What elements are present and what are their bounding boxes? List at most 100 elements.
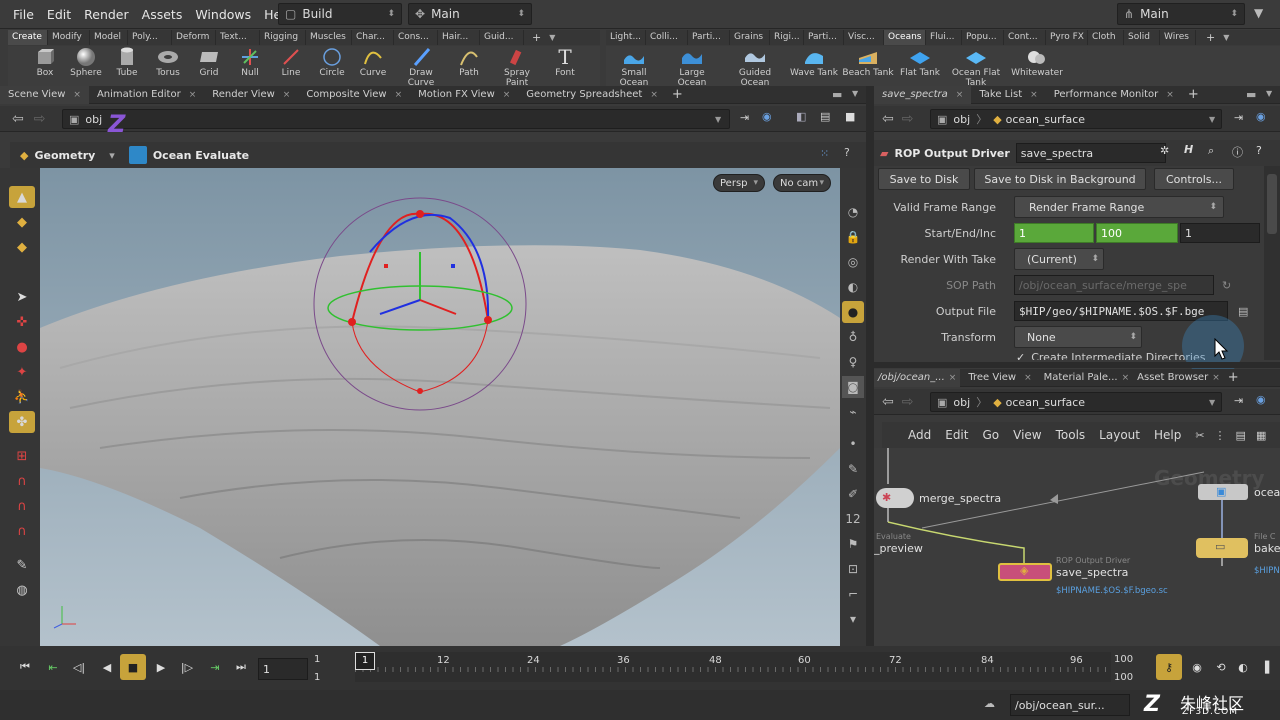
brush-icon[interactable]: ✐	[842, 483, 864, 505]
shelf-tab[interactable]: Hair...	[438, 30, 480, 45]
tab-take-list[interactable]: Take List ×	[971, 86, 1045, 104]
add-shelf-icon[interactable]: +	[532, 31, 541, 44]
rotate-tool-icon[interactable]: ●	[9, 336, 35, 358]
shelf-tab[interactable]: Wires	[1160, 30, 1196, 45]
corner-icon[interactable]: ⌐	[842, 583, 864, 605]
magnet-grid-icon[interactable]: ⊞	[9, 445, 35, 467]
end-frame-label-2[interactable]: 100	[1114, 672, 1133, 683]
shelf-tab[interactable]: Colli...	[646, 30, 688, 45]
workspace-select[interactable]: ⋔ Main ⬍	[1117, 3, 1245, 25]
prev-key-icon[interactable]: ⇤	[40, 654, 66, 680]
menu-edit[interactable]: Edit	[945, 428, 968, 442]
move-tool-icon[interactable]: ✜	[9, 311, 35, 333]
shelf-tab[interactable]: Cons...	[394, 30, 438, 45]
shelf-tab[interactable]: Muscles	[306, 30, 352, 45]
lock-icon[interactable]: 🔒	[842, 226, 864, 248]
node-label[interactable]: Ocean Evaluate	[153, 149, 249, 162]
forward-icon[interactable]: ⇨	[34, 111, 46, 127]
key-icon[interactable]: ⚷	[1156, 654, 1182, 680]
display-options-icon[interactable]: ◔	[842, 201, 864, 223]
file-browse-icon[interactable]: ▤	[1238, 305, 1248, 318]
grid-view-icon[interactable]: ▦	[1256, 429, 1266, 442]
maximize-icon[interactable]: ▬	[1246, 88, 1256, 101]
network-canvas[interactable]: Geometry ✱ merge_spectra Evaluate _previ…	[874, 448, 1280, 646]
spray-paint-tool[interactable]: Spray Paint	[492, 46, 542, 88]
forward-icon[interactable]: ⇨	[902, 394, 914, 410]
whitewater-tool[interactable]: Whitewater	[1010, 46, 1064, 78]
pane-menu-icon[interactable]: ▼	[852, 89, 858, 98]
tab-tree-view[interactable]: Tree View ×	[960, 369, 1039, 387]
font-tool[interactable]: T Font	[540, 45, 590, 78]
pane-menu-icon[interactable]: ▼	[1266, 89, 1272, 98]
next-key-icon[interactable]: ⇥	[202, 654, 228, 680]
tab-network[interactable]: /obj/ocean_... ×	[874, 368, 961, 387]
add-tab-icon[interactable]: +	[1188, 87, 1199, 102]
current-frame-field[interactable]: 1	[258, 658, 308, 680]
shelf-tab[interactable]: Char...	[352, 30, 394, 45]
tab-material-palette[interactable]: Material Pale... ×	[1040, 369, 1134, 387]
back-icon[interactable]: ⇦	[882, 394, 894, 410]
help-icon[interactable]: ?	[844, 146, 850, 159]
controls-button[interactable]: Controls...	[1154, 168, 1234, 190]
link-icon[interactable]: ◉	[1256, 393, 1266, 406]
transform-menu[interactable]: None ⬍	[1014, 326, 1142, 348]
tab-animation-editor[interactable]: Animation Editor ×	[89, 86, 204, 104]
ocean-flat-tank-tool[interactable]: Ocean Flat Tank	[950, 46, 1002, 88]
shelf-tab[interactable]: Modify	[48, 30, 90, 45]
pin-context-icon[interactable]: ▾	[109, 149, 115, 162]
refresh-icon[interactable]: ↻	[1222, 279, 1231, 292]
menu-layout[interactable]: Layout	[1099, 428, 1140, 442]
path-tool[interactable]: Path	[444, 46, 494, 78]
scale-tool-icon[interactable]: ✦	[9, 361, 35, 383]
ghost-icon[interactable]: ◎	[842, 251, 864, 273]
sop-path-field[interactable]: /obj/ocean_surface/merge_spe	[1014, 275, 1214, 295]
shelf-tab[interactable]: Pyro FX	[1046, 30, 1088, 45]
shelf-tab[interactable]: Guid...	[480, 30, 524, 45]
sphere-view-icon[interactable]: ◍	[9, 579, 35, 601]
end-frame-field[interactable]: 100	[1096, 223, 1178, 243]
shelf-tab[interactable]: Model	[90, 30, 128, 45]
param-scrollbar[interactable]	[1264, 166, 1280, 360]
view-cube-icon[interactable]: ◧	[796, 110, 806, 123]
pen-icon[interactable]: ✎	[842, 458, 864, 480]
camera-menu[interactable]: No cam ▾	[773, 174, 831, 192]
back-icon[interactable]: ⇦	[882, 111, 894, 127]
shelf-tab[interactable]: Flui...	[926, 30, 962, 45]
pane-divider-h[interactable]	[874, 362, 1280, 368]
search-icon[interactable]: ⌕	[1208, 144, 1214, 158]
tree-icon[interactable]: ⋮	[1215, 429, 1226, 442]
select-tool-icon[interactable]: ▲	[9, 186, 35, 208]
shelf-menu-icon[interactable]: ▼	[549, 33, 555, 42]
snapshot-icon[interactable]: ⌁	[842, 401, 864, 423]
shelf-tab[interactable]: Poly...	[128, 30, 172, 45]
camera-icon[interactable]: ◙	[842, 376, 864, 398]
jump-end-icon[interactable]: ⏭	[228, 654, 254, 680]
light-icon[interactable]: ●	[842, 301, 864, 323]
network-path-field[interactable]: ▣ obj 〉 ◆ ocean_surface ▼	[930, 392, 1222, 412]
list-icon[interactable]: ▤	[1236, 429, 1246, 442]
shelf-tab[interactable]: Solid	[1124, 30, 1160, 45]
paint-icon[interactable]: ✎	[9, 554, 35, 576]
increment-field[interactable]: 1	[1180, 223, 1260, 243]
persp-menu[interactable]: Persp ▾	[713, 174, 765, 192]
magnet-point-icon[interactable]: ∩	[9, 495, 35, 517]
transform-tool-icon[interactable]: ◆	[9, 211, 35, 233]
end-frame-label[interactable]: 100	[1114, 654, 1133, 665]
pose-tool-icon[interactable]: ⛹	[9, 386, 35, 408]
bulb-icon[interactable]: ♁	[842, 326, 864, 348]
flat-tank-tool[interactable]: Flat Tank	[894, 46, 946, 78]
pin-icon[interactable]: ⇥	[1234, 111, 1243, 124]
info-icon[interactable]: ⓘ	[1232, 144, 1243, 160]
shelf-tab-oceans[interactable]: Oceans	[884, 30, 926, 45]
tab-composite-view[interactable]: Composite View ×	[298, 86, 410, 104]
add-shelf-icon[interactable]: +	[1206, 31, 1215, 44]
tab-performance-monitor[interactable]: Performance Monitor ×	[1046, 86, 1182, 104]
take-menu[interactable]: (Current) ⬍	[1014, 248, 1104, 270]
shelf-tab[interactable]: Deform	[172, 30, 216, 45]
output-file-field[interactable]: $HIP/geo/$HIPNAME.$OS.$F.bge	[1014, 301, 1228, 321]
shading-icon[interactable]: ◐	[842, 276, 864, 298]
start-frame-label-2[interactable]: 1	[314, 672, 320, 683]
display-icon[interactable]: ▤	[820, 110, 830, 123]
more-menu-icon[interactable]: ▼	[1254, 6, 1263, 20]
menu-windows[interactable]: Windows	[195, 7, 251, 22]
